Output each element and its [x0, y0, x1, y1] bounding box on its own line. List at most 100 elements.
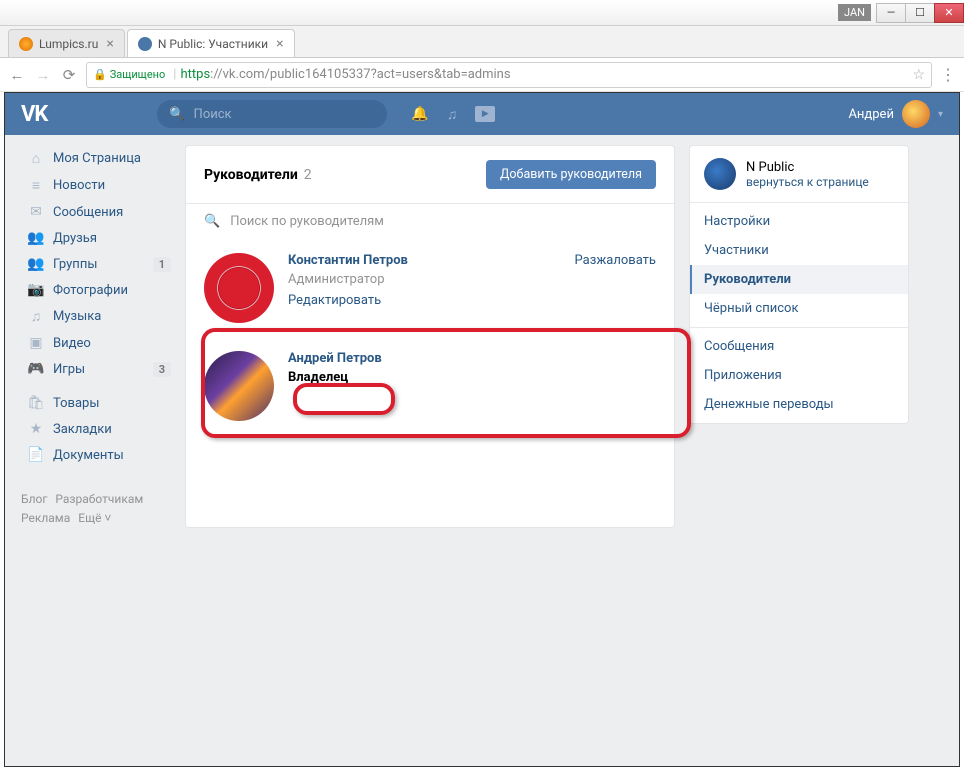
- footer-ads[interactable]: Реклама: [21, 511, 70, 525]
- url-text: ://vk.com/public164105337?act=users&tab=…: [210, 67, 510, 82]
- menu-money[interactable]: Денежные переводы: [690, 390, 908, 419]
- document-icon: 📄: [27, 447, 45, 463]
- nav-label: Моя Страница: [53, 151, 141, 166]
- search-placeholder: Поиск по руководителям: [230, 214, 384, 229]
- home-icon: ⌂: [27, 150, 45, 167]
- forward-button[interactable]: →: [34, 66, 52, 84]
- jan-badge: JAN: [838, 4, 871, 21]
- nav-label: Документы: [53, 448, 124, 463]
- news-icon: ≡: [27, 177, 45, 194]
- nav-label: Музыка: [53, 309, 101, 324]
- music-icon[interactable]: ♫: [447, 106, 458, 123]
- footer-more[interactable]: Ещё ˅: [78, 511, 111, 525]
- tab-lumpics[interactable]: Lumpics.ru ×: [8, 29, 125, 57]
- member-name[interactable]: Константин Петров: [288, 253, 561, 268]
- nav-label: Закладки: [53, 422, 112, 437]
- tab-close-icon[interactable]: ×: [106, 36, 113, 52]
- nav-photos[interactable]: 📷Фотографии: [21, 277, 171, 303]
- search-placeholder: Поиск: [194, 107, 232, 122]
- member-avatar[interactable]: [204, 351, 274, 421]
- nav-label: Игры: [53, 362, 85, 377]
- notifications-icon[interactable]: 🔔: [411, 106, 428, 123]
- vk-header: VK 🔍 Поиск 🔔 ♫ ▶ Андрей ▾: [5, 93, 959, 135]
- lock-icon: 🔒 Защищено: [93, 68, 165, 81]
- member-list: Константин Петров Администратор Редактир…: [186, 239, 674, 453]
- star-icon: ★: [27, 421, 45, 437]
- menu-blacklist[interactable]: Чёрный список: [690, 294, 908, 323]
- member-row: Андрей Петров Владелец: [204, 337, 656, 435]
- nav-documents[interactable]: 📄 Документы: [21, 442, 171, 468]
- nav-messages[interactable]: ✉ Сообщения: [21, 199, 171, 225]
- maximize-button[interactable]: ☐: [905, 3, 935, 23]
- tab-title: Lumpics.ru: [39, 37, 98, 51]
- member-avatar[interactable]: [204, 253, 274, 323]
- nav-market[interactable]: 🛍 Товары: [21, 390, 171, 416]
- nav-groups[interactable]: 👥Группы1: [21, 251, 171, 277]
- browser-tabbar: Lumpics.ru × N Public: Участники ×: [0, 26, 964, 58]
- url-scheme: https: [180, 67, 210, 82]
- menu-messages[interactable]: Сообщения: [690, 332, 908, 361]
- nav-friends[interactable]: 👥 Друзья: [21, 225, 171, 251]
- friends-icon: 👥: [27, 230, 45, 246]
- nav-bookmarks[interactable]: ★ Закладки: [21, 416, 171, 442]
- demote-link[interactable]: Разжаловать: [575, 253, 656, 323]
- search-icon: 🔍: [169, 107, 185, 122]
- user-menu[interactable]: Андрей ▾: [848, 100, 943, 128]
- nav-news[interactable]: ≡ Новости: [21, 172, 171, 199]
- groups-icon: 👥: [27, 256, 45, 272]
- nav-label: Товары: [53, 396, 99, 411]
- nav-label: Друзья: [53, 231, 97, 246]
- footer-links: Блог Разработчикам Реклама Ещё ˅: [21, 490, 171, 528]
- member-row: Константин Петров Администратор Редактир…: [204, 239, 656, 337]
- page-viewport: VK 🔍 Поиск 🔔 ♫ ▶ Андрей ▾ ⌂Моя Страница …: [4, 92, 960, 767]
- header-icons: 🔔 ♫ ▶: [411, 106, 495, 123]
- messages-icon: ✉: [27, 204, 45, 220]
- chevron-down-icon: ▾: [938, 109, 943, 120]
- tab-vk[interactable]: N Public: Участники ×: [127, 29, 295, 57]
- nav-music[interactable]: ♫ Музыка: [21, 303, 171, 330]
- browser-toolbar: ← → ⟳ 🔒 Защищено | https://vk.com/public…: [0, 58, 964, 92]
- add-admin-button[interactable]: Добавить руководителя: [486, 160, 656, 189]
- reload-button[interactable]: ⟳: [60, 66, 78, 84]
- menu-admins[interactable]: Руководители: [690, 265, 908, 294]
- tab-title: N Public: Участники: [158, 37, 268, 51]
- footer-blog[interactable]: Блог: [21, 492, 47, 506]
- music-icon: ♫: [27, 308, 45, 325]
- window-titlebar: JAN — ☐ ✕: [0, 0, 964, 26]
- bookmark-star-icon[interactable]: ☆: [912, 67, 925, 83]
- nav-label: Новости: [53, 178, 105, 193]
- vk-logo[interactable]: VK: [21, 102, 47, 127]
- member-search[interactable]: 🔍 Поиск по руководителям: [186, 204, 674, 239]
- footer-developers[interactable]: Разработчикам: [55, 492, 143, 506]
- menu-apps[interactable]: Приложения: [690, 361, 908, 390]
- menu-settings[interactable]: Настройки: [690, 207, 908, 236]
- title-text: Руководители: [204, 167, 298, 183]
- right-sidebar: N Public вернуться к странице Настройки …: [689, 145, 909, 528]
- member-role: Администратор: [288, 272, 561, 287]
- tab-close-icon[interactable]: ×: [276, 36, 283, 52]
- minimize-button[interactable]: —: [876, 3, 906, 23]
- nav-label: Сообщения: [53, 205, 123, 220]
- browser-menu-icon[interactable]: ⋮: [940, 65, 956, 84]
- nav-video[interactable]: ▣Видео: [21, 330, 171, 356]
- edit-link[interactable]: Редактировать: [288, 293, 561, 308]
- community-back-link[interactable]: вернуться к странице: [746, 175, 869, 189]
- nav-my-page[interactable]: ⌂ Моя Страница: [21, 145, 171, 172]
- play-button[interactable]: ▶: [475, 106, 495, 123]
- bag-icon: 🛍: [27, 395, 45, 411]
- back-button[interactable]: ←: [8, 66, 26, 84]
- panel-header: Руководители 2 Добавить руководителя: [186, 146, 674, 204]
- main-panel: Руководители 2 Добавить руководителя 🔍 П…: [185, 145, 675, 528]
- address-bar[interactable]: 🔒 Защищено | https://vk.com/public164105…: [86, 62, 932, 88]
- badge: 3: [153, 362, 171, 377]
- member-name[interactable]: Андрей Петров: [288, 351, 656, 366]
- close-button[interactable]: ✕: [934, 3, 964, 23]
- community-avatar: [704, 158, 736, 190]
- search-input[interactable]: 🔍 Поиск: [157, 100, 387, 128]
- nav-label: Фотографии: [53, 283, 128, 298]
- community-title: N Public: [746, 160, 869, 175]
- community-header[interactable]: N Public вернуться к странице: [690, 146, 908, 203]
- page-title: Руководители 2: [204, 167, 312, 183]
- nav-games[interactable]: 🎮Игры3: [21, 356, 171, 382]
- menu-members[interactable]: Участники: [690, 236, 908, 265]
